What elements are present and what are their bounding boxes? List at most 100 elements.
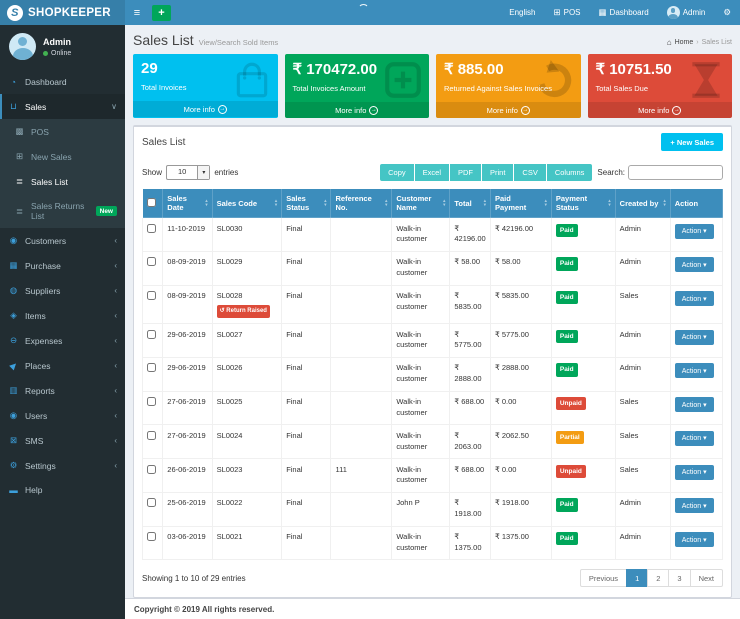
dashboard-icon: ▦ bbox=[599, 7, 607, 18]
payment-status-badge: Paid bbox=[556, 498, 578, 511]
column-header-sales-code[interactable]: Sales Code▴▾ bbox=[212, 189, 282, 218]
payment-status-badge: Unpaid bbox=[556, 397, 586, 410]
action-dropdown-button[interactable]: Action ▾ bbox=[675, 224, 714, 239]
pagination-2-button[interactable]: 2 bbox=[647, 569, 669, 587]
language-menu[interactable]: English bbox=[500, 0, 544, 25]
sidebar-item-suppliers[interactable]: ◍Suppliers‹ bbox=[0, 278, 125, 303]
row-checkbox[interactable] bbox=[147, 498, 156, 507]
new-sales-button[interactable]: + New Sales bbox=[661, 133, 723, 151]
pagination-3-button[interactable]: 3 bbox=[668, 569, 690, 587]
sidebar-toggle-icon[interactable]: ≡ bbox=[125, 0, 149, 25]
row-select-cell bbox=[143, 357, 163, 391]
row-checkbox[interactable] bbox=[147, 291, 156, 300]
search-input[interactable] bbox=[628, 165, 723, 180]
column-header-payment-status[interactable]: Payment Status▴▾ bbox=[551, 189, 615, 218]
row-checkbox[interactable] bbox=[147, 465, 156, 474]
items-icon: ◈ bbox=[8, 310, 19, 321]
sidebar-item-new-sales[interactable]: ⊞New Sales bbox=[0, 144, 125, 169]
sidebar-item-sales[interactable]: ⊔Sales∨ bbox=[0, 94, 125, 119]
reference-no-cell bbox=[331, 391, 392, 425]
sales-date-cell: 03-06-2019 bbox=[163, 526, 212, 560]
more-info-label: More info bbox=[335, 106, 366, 115]
stat-card-1: ₹ 170472.00Total Invoices AmountMore inf… bbox=[285, 54, 430, 118]
export-print-button[interactable]: Print bbox=[482, 164, 513, 181]
brand-logo[interactable]: S SHOPKEEPER bbox=[0, 0, 125, 25]
column-header-customer-name[interactable]: Customer Name▴▾ bbox=[392, 189, 450, 218]
column-header-sales-status[interactable]: Sales Status▴▾ bbox=[282, 189, 331, 218]
column-header-total[interactable]: Total▴▾ bbox=[450, 189, 491, 218]
more-info-link[interactable]: More info→ bbox=[133, 101, 278, 117]
action-dropdown-button[interactable]: Action ▾ bbox=[675, 330, 714, 345]
sidebar-item-users[interactable]: ◉Users‹ bbox=[0, 403, 125, 428]
action-dropdown-button[interactable]: Action ▾ bbox=[675, 291, 714, 306]
pagination-previous-button[interactable]: Previous bbox=[580, 569, 627, 587]
sidebar-item-places[interactable]: ▶Places‹ bbox=[0, 353, 125, 378]
more-info-link[interactable]: More info→ bbox=[588, 102, 733, 118]
more-info-label: More info bbox=[184, 105, 215, 114]
new-badge: New bbox=[96, 206, 117, 216]
page-footer: Copyright © 2019 All rights reserved. bbox=[125, 598, 740, 619]
action-dropdown-button[interactable]: Action ▾ bbox=[675, 397, 714, 412]
action-dropdown-button[interactable]: Action ▾ bbox=[675, 257, 714, 272]
navbar-dashboard-link[interactable]: ▦ Dashboard bbox=[590, 0, 658, 25]
more-info-label: More info bbox=[487, 106, 518, 115]
column-header-sales-date[interactable]: Sales Date▴▾ bbox=[163, 189, 212, 218]
export-columns-button[interactable]: Columns bbox=[547, 164, 593, 181]
sidebar-item-dashboard[interactable]: ◔Dashboard bbox=[0, 70, 125, 94]
export-csv-button[interactable]: CSV bbox=[514, 164, 545, 181]
row-checkbox[interactable] bbox=[147, 431, 156, 440]
top-navbar: S SHOPKEEPER ≡ + English ⊞ POS ▦ Dashboa… bbox=[0, 0, 740, 25]
sidebar-item-sales-list[interactable]: ≣Sales List bbox=[0, 169, 125, 194]
sidebar-item-customers[interactable]: ◉Customers‹ bbox=[0, 228, 125, 253]
action-cell: Action ▾ bbox=[670, 459, 722, 493]
column-header-action[interactable]: Action bbox=[670, 189, 722, 218]
column-header-reference-no-[interactable]: Reference No.▴▾ bbox=[331, 189, 392, 218]
more-info-link[interactable]: More info→ bbox=[285, 102, 430, 118]
user-menu[interactable]: Admin bbox=[658, 0, 715, 25]
sidebar-item-label: Users bbox=[25, 411, 47, 421]
breadcrumb-home[interactable]: Home bbox=[675, 39, 694, 46]
row-select-cell bbox=[143, 492, 163, 526]
select-all-checkbox[interactable] bbox=[147, 198, 156, 207]
column-header-paid-payment[interactable]: Paid Payment▴▾ bbox=[490, 189, 551, 218]
chevron-left-icon: ‹ bbox=[114, 361, 117, 370]
action-dropdown-button[interactable]: Action ▾ bbox=[675, 532, 714, 547]
column-header-created-by[interactable]: Created by▴▾ bbox=[615, 189, 670, 218]
total-cell: ₹ 42196.00 bbox=[450, 218, 491, 252]
sidebar-item-sms[interactable]: ⊠SMS‹ bbox=[0, 428, 125, 453]
action-dropdown-button[interactable]: Action ▾ bbox=[675, 498, 714, 513]
sales-code: SL0024 bbox=[217, 431, 278, 442]
more-info-link[interactable]: More info→ bbox=[436, 102, 581, 118]
export-copy-button[interactable]: Copy bbox=[380, 164, 414, 181]
export-excel-button[interactable]: Excel bbox=[415, 164, 449, 181]
row-checkbox[interactable] bbox=[147, 397, 156, 406]
row-select-cell bbox=[143, 526, 163, 560]
sidebar-item-items[interactable]: ◈Items‹ bbox=[0, 303, 125, 328]
quick-add-button[interactable]: + bbox=[152, 5, 171, 21]
action-dropdown-button[interactable]: Action ▾ bbox=[675, 465, 714, 480]
page-length-select[interactable]: 10 ▾ bbox=[166, 165, 210, 180]
export-pdf-button[interactable]: PDF bbox=[450, 164, 481, 181]
sidebar-item-expenses[interactable]: ⊖Expenses‹ bbox=[0, 328, 125, 353]
row-checkbox[interactable] bbox=[147, 330, 156, 339]
sidebar-item-reports[interactable]: ▥Reports‹ bbox=[0, 378, 125, 403]
row-checkbox[interactable] bbox=[147, 257, 156, 266]
pagination-1-button[interactable]: 1 bbox=[626, 569, 648, 587]
return-raised-badge: ↺ Return Raised bbox=[217, 305, 270, 318]
pagination-next-button[interactable]: Next bbox=[690, 569, 723, 587]
sidebar-item-sales-returns-list[interactable]: ≣Sales Returns ListNew bbox=[0, 194, 125, 228]
row-checkbox[interactable] bbox=[147, 224, 156, 233]
settings-menu[interactable]: ⚙ bbox=[714, 0, 740, 25]
row-checkbox[interactable] bbox=[147, 363, 156, 372]
sidebar-item-purchase[interactable]: ▦Purchase‹ bbox=[0, 253, 125, 278]
sidebar-item-pos[interactable]: ▩POS bbox=[0, 119, 125, 144]
navbar-pos-link[interactable]: ⊞ POS bbox=[544, 0, 589, 25]
payment-status-cell: Paid bbox=[551, 285, 615, 324]
sidebar-item-help[interactable]: ▬Help bbox=[0, 478, 125, 502]
action-dropdown-button[interactable]: Action ▾ bbox=[675, 431, 714, 446]
sidebar-item-settings[interactable]: ⚙Settings‹ bbox=[0, 453, 125, 478]
row-checkbox[interactable] bbox=[147, 532, 156, 541]
created-by-cell: Admin bbox=[615, 251, 670, 285]
arrow-circle-right-icon: → bbox=[521, 106, 530, 115]
action-dropdown-button[interactable]: Action ▾ bbox=[675, 363, 714, 378]
